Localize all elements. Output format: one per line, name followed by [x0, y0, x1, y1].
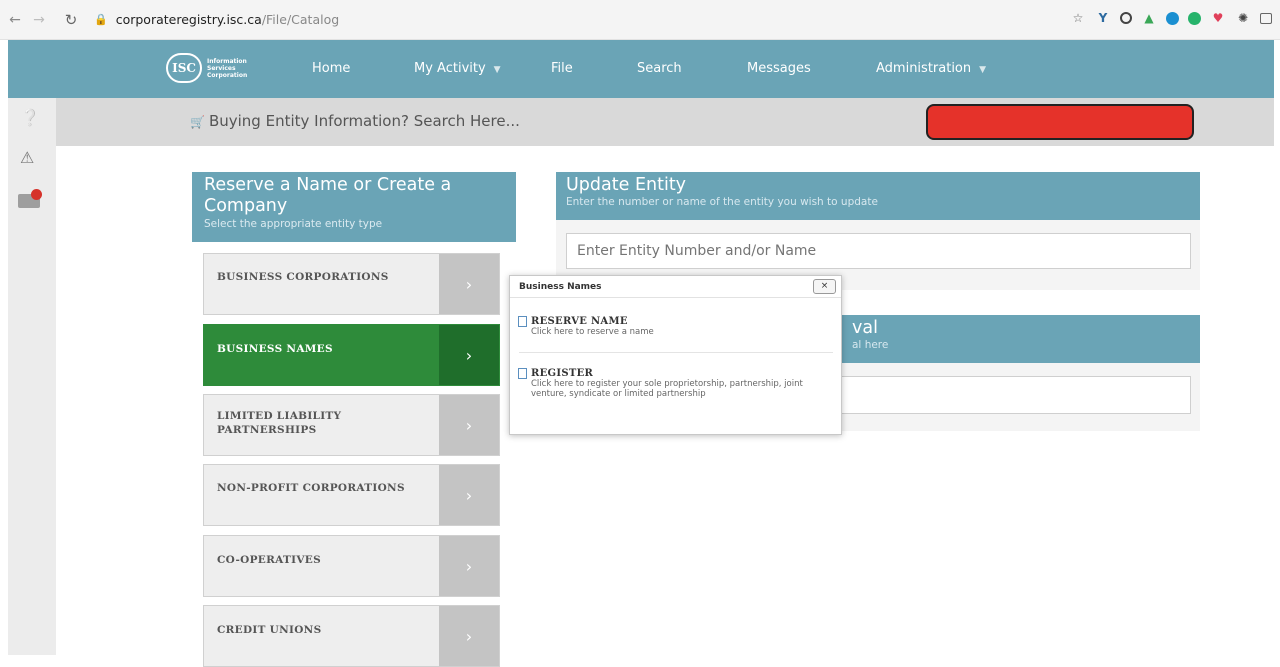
nav-file[interactable]: File: [551, 61, 573, 76]
entity-search-text: Buying Entity Information? Search Here..…: [208, 112, 520, 130]
entity-search-input[interactable]: [566, 233, 1191, 269]
extension-green-icon[interactable]: [1188, 11, 1201, 25]
nav-search[interactable]: Search: [637, 61, 682, 76]
back-icon[interactable]: ←: [4, 9, 26, 31]
update-entity-subtitle: Enter the number or name of the entity y…: [566, 196, 878, 208]
chevron-down-icon: ▼: [493, 65, 501, 75]
site-navigation: ISC Information Services Corporation Hom…: [8, 40, 1274, 98]
messages-icon[interactable]: [18, 189, 42, 208]
url-host: corporateregistry.isc.ca: [115, 12, 262, 27]
entity-label: CREDIT UNIONS: [217, 624, 322, 636]
update-entity-title: Update Entity: [566, 175, 687, 195]
entity-co-operatives-button[interactable]: CO-OPERATIVES ›: [203, 535, 500, 597]
reserve-name-option[interactable]: RESERVE NAME Click here to reserve a nam…: [518, 316, 835, 337]
close-button[interactable]: ×: [813, 279, 836, 294]
entity-search-link[interactable]: 🛒 Buying Entity Information? Search Here.…: [190, 112, 520, 130]
browser-toolbar: ← → ↻ 🔒 corporateregistry.isc.ca/File/Ca…: [0, 0, 1280, 40]
redacted-box: [926, 104, 1194, 140]
entity-label: BUSINESS CORPORATIONS: [217, 271, 389, 283]
entity-credit-unions-button[interactable]: CREDIT UNIONS ›: [203, 605, 500, 667]
logo-text: Information Services Corporation: [207, 57, 248, 79]
register-option[interactable]: REGISTER Click here to register your sol…: [518, 368, 835, 399]
option-name: REGISTER: [531, 368, 594, 379]
extension-blue-icon[interactable]: [1166, 11, 1179, 25]
chevron-right-icon: ›: [439, 536, 499, 596]
url-path: /File/Catalog: [261, 12, 340, 27]
chevron-down-icon: ▼: [979, 65, 987, 75]
drive-icon[interactable]: ▲: [1141, 10, 1157, 26]
nav-messages[interactable]: Messages: [747, 61, 811, 76]
update-entity-header: Update Entity Enter the number or name o…: [556, 172, 1200, 220]
entity-label: LIMITED LIABILITY PARTNERSHIPS: [217, 410, 342, 436]
entity-non-profit-corporations-button[interactable]: NON-PROFIT CORPORATIONS ›: [203, 464, 500, 526]
entity-business-names-button[interactable]: BUSINESS NAMES ›: [203, 324, 500, 386]
option-description: Click here to reserve a name: [531, 327, 654, 337]
bookmark-star-icon[interactable]: ☆: [1070, 10, 1086, 26]
lock-icon: 🔒: [94, 13, 108, 26]
entity-label: NON-PROFIT CORPORATIONS: [217, 482, 405, 494]
reserve-panel-subtitle: Select the appropriate entity type: [204, 218, 383, 230]
option-name: RESERVE NAME: [531, 316, 628, 327]
chevron-right-icon: ›: [439, 254, 499, 314]
chevron-right-icon: ›: [439, 325, 499, 385]
window-icon[interactable]: [1260, 12, 1272, 24]
reserve-panel-title: Reserve a Name or Create a Company: [204, 175, 452, 216]
option-description: Click here to register your sole proprie…: [531, 379, 803, 399]
entity-limited-liability-partnerships-button[interactable]: LIMITED LIABILITY PARTNERSHIPS ›: [203, 394, 500, 456]
logo-mark: ISC: [166, 53, 202, 83]
document-icon: [518, 368, 527, 379]
entity-business-corporations-button[interactable]: BUSINESS CORPORATIONS ›: [203, 253, 500, 315]
popup-header: Business Names ×: [510, 276, 841, 298]
chevron-right-icon: ›: [439, 606, 499, 666]
popup-title: Business Names: [519, 282, 602, 292]
extension-circle-icon[interactable]: [1120, 12, 1132, 24]
entity-search-strip: 🛒 Buying Entity Information? Search Here.…: [56, 98, 1274, 146]
notification-badge: [31, 189, 42, 200]
isc-logo[interactable]: ISC Information Services Corporation: [166, 53, 251, 83]
extension-icons: ☆ Y ▲ ♥ ✺: [1070, 10, 1272, 26]
puzzle-icon[interactable]: ✺: [1235, 10, 1251, 26]
address-bar[interactable]: 🔒 corporateregistry.isc.ca/File/Catalog: [94, 12, 339, 27]
entity-label: BUSINESS NAMES: [217, 343, 333, 355]
reload-icon[interactable]: ↻: [60, 9, 82, 31]
extension-y-icon[interactable]: Y: [1095, 10, 1111, 26]
reserve-panel-header: Reserve a Name or Create a Company Selec…: [192, 172, 516, 242]
nav-administration[interactable]: Administration ▼: [876, 61, 986, 76]
business-names-popup: Business Names × RESERVE NAME Click here…: [509, 275, 842, 435]
chevron-right-icon: ›: [439, 465, 499, 525]
chevron-right-icon: ›: [439, 395, 499, 455]
popup-divider: [519, 352, 833, 353]
forward-icon[interactable]: →: [28, 9, 50, 31]
document-icon: [518, 316, 527, 327]
pocket-icon[interactable]: ♥: [1210, 10, 1226, 26]
entity-label: CO-OPERATIVES: [217, 554, 321, 566]
help-icon[interactable]: ❔: [20, 108, 40, 127]
nav-my-activity[interactable]: My Activity ▼: [414, 61, 501, 76]
side-icon-column: ❔ ⚠: [8, 98, 56, 655]
nav-home[interactable]: Home: [312, 61, 350, 76]
cart-icon: 🛒: [190, 115, 205, 129]
warning-icon[interactable]: ⚠: [20, 148, 34, 167]
